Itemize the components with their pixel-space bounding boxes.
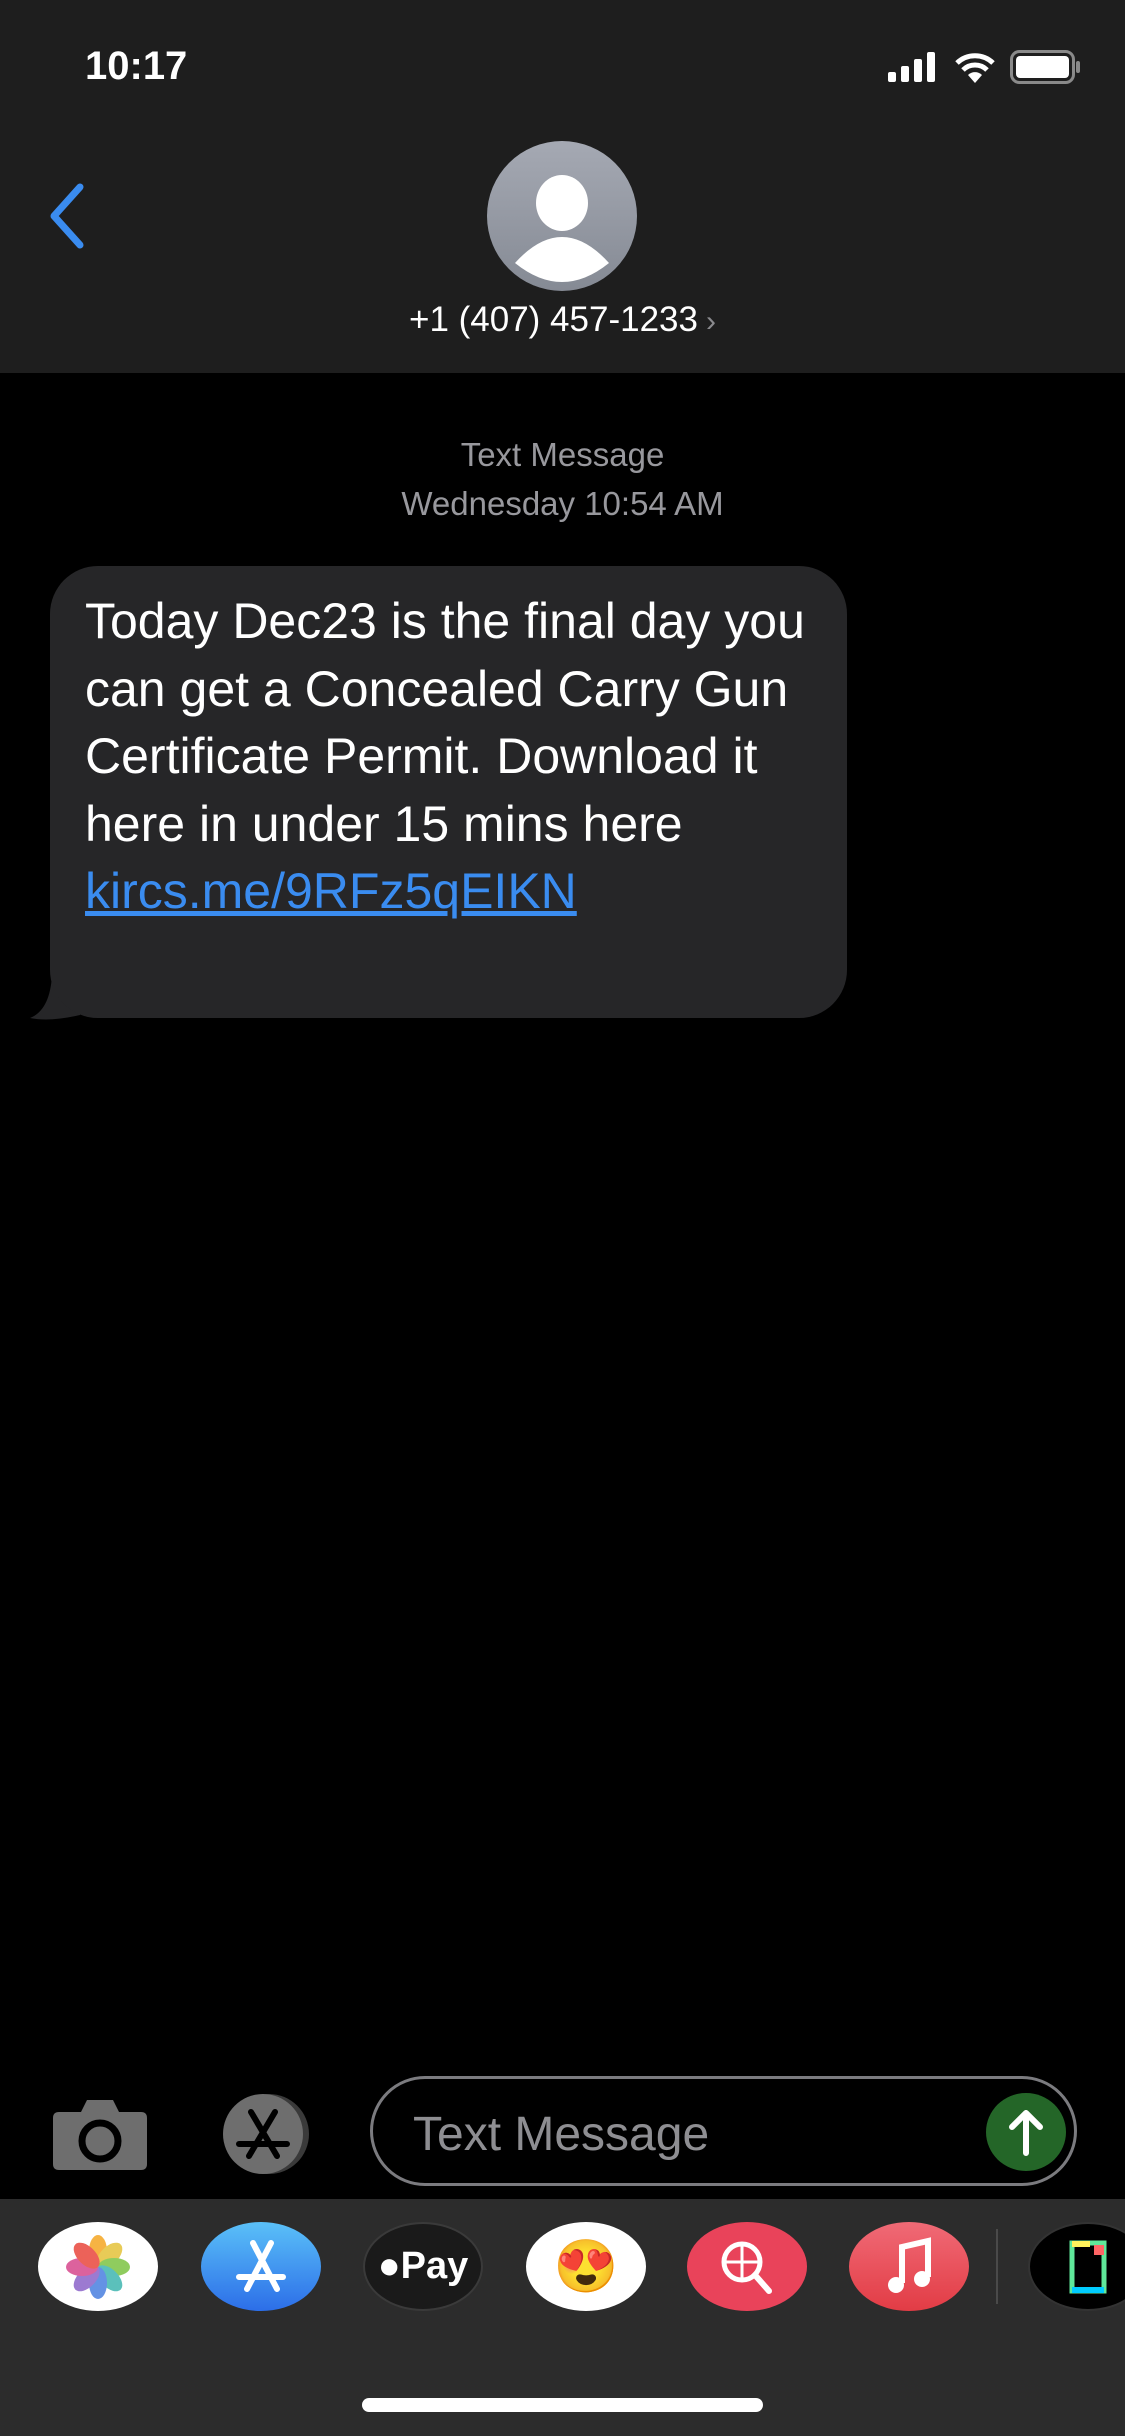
image-search-app-button[interactable]	[687, 2222, 807, 2311]
music-app-button[interactable]	[849, 2222, 969, 2311]
person-icon	[515, 175, 609, 282]
back-button[interactable]	[46, 183, 86, 254]
message-link[interactable]: kircs.me/9RFz5qEIKN	[85, 863, 577, 919]
app-store-icon	[236, 2239, 286, 2292]
app-store-icon	[223, 2094, 309, 2174]
avatar[interactable]	[487, 141, 637, 291]
home-indicator[interactable]	[362, 2398, 763, 2412]
thread-timestamp: Text Message Wednesday 10:54 AM	[0, 430, 1125, 528]
status-icons	[888, 50, 1080, 84]
chevron-right-icon: ›	[705, 305, 716, 338]
arrow-up-icon	[1009, 2110, 1043, 2156]
giphy-app-button[interactable]	[1028, 2222, 1125, 2311]
apple-pay-label: Pay	[400, 2245, 469, 2287]
app-store-app-button[interactable]	[201, 2222, 321, 2311]
apple-icon: ●	[377, 2245, 401, 2287]
giphy-icon	[1069, 2240, 1107, 2293]
music-note-icon	[888, 2236, 931, 2293]
conversation-header: 10:17 +1 (407) 457-1233 ›	[0, 0, 1125, 373]
memoji-icon: 😍	[553, 2238, 619, 2296]
apps-button[interactable]	[211, 2094, 321, 2179]
chevron-left-icon	[50, 183, 84, 249]
cellular-signal-icon	[888, 52, 935, 82]
message-bubble[interactable]: Today Dec23 is the final day you can get…	[50, 566, 847, 1018]
memoji-app-button[interactable]: 😍	[526, 2222, 646, 2311]
camera-button[interactable]	[53, 2098, 147, 2175]
tray-divider	[996, 2229, 998, 2304]
camera-icon	[53, 2100, 147, 2170]
service-label: Text Message	[460, 436, 665, 473]
apple-pay-app-button[interactable]: ● Pay	[363, 2222, 483, 2311]
contact-name-button[interactable]: +1 (407) 457-1233 ›	[0, 300, 1125, 340]
timestamp: Wednesday 10:54 AM	[401, 485, 724, 522]
battery-icon	[1010, 50, 1080, 84]
photos-icon	[66, 2234, 130, 2299]
send-button[interactable]	[986, 2093, 1066, 2171]
message-text: Today Dec23 is the final day you can get…	[85, 593, 805, 852]
contact-name: +1 (407) 457-1233	[409, 300, 698, 339]
message-input-placeholder: Text Message	[413, 2108, 710, 2161]
photos-app-button[interactable]	[38, 2222, 158, 2311]
globe-search-icon	[721, 2241, 772, 2294]
message-input[interactable]: Text Message	[370, 2076, 1077, 2186]
status-time: 10:17	[85, 44, 188, 88]
wifi-icon	[955, 53, 995, 83]
